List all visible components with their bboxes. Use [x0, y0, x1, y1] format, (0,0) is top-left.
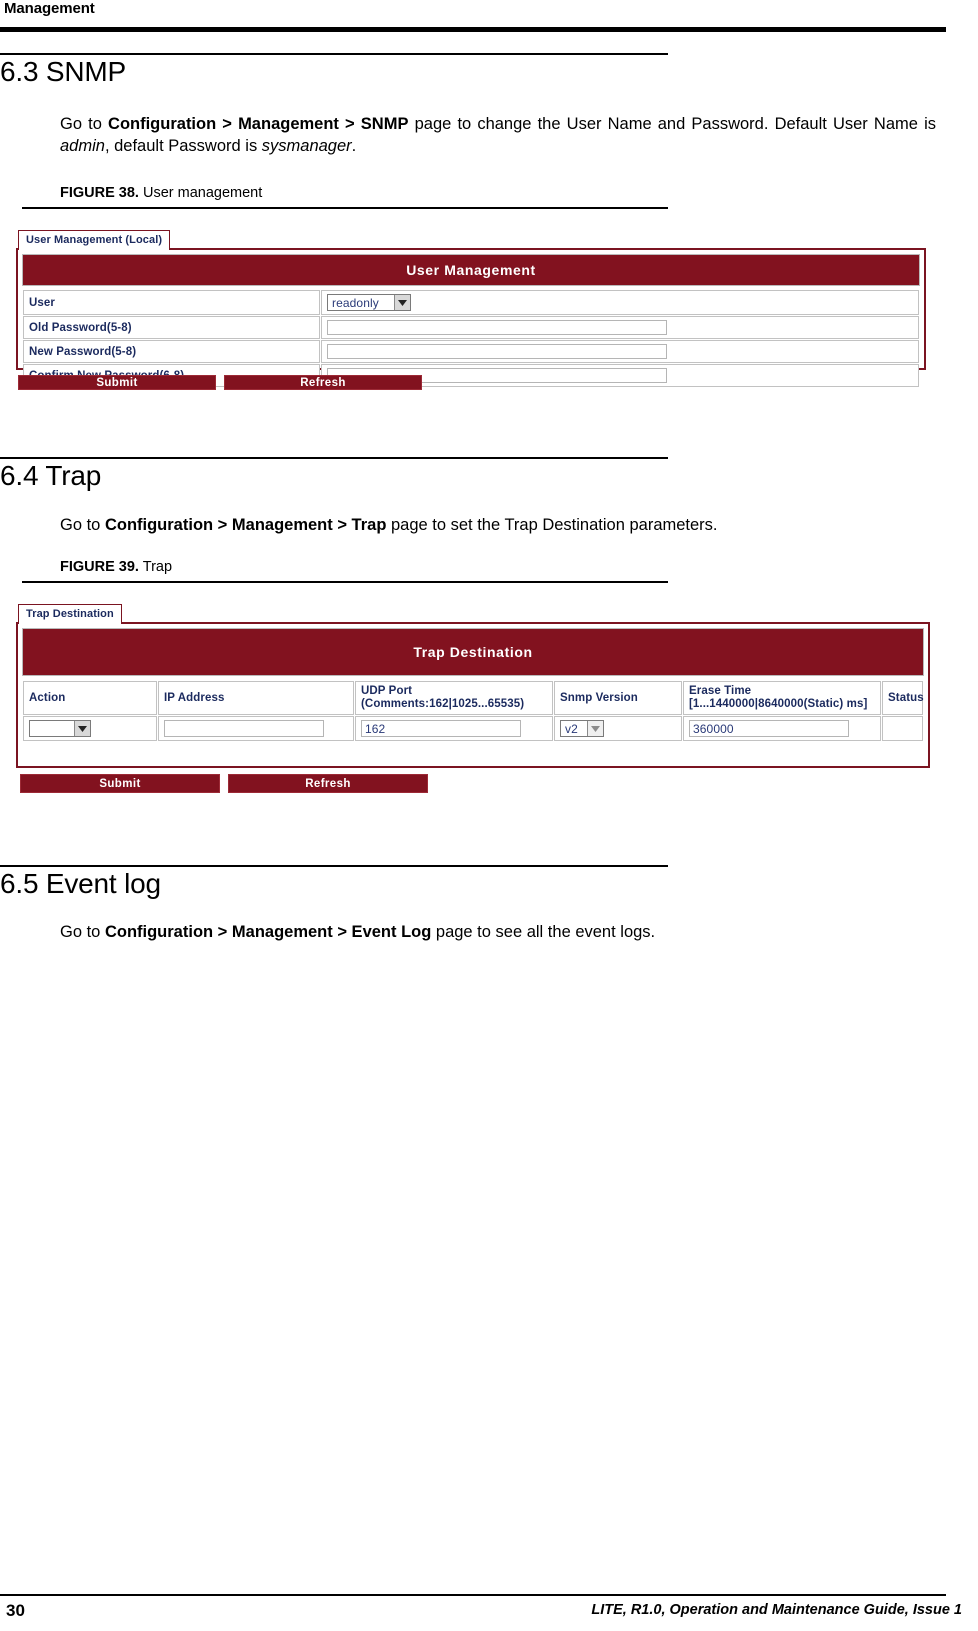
- figure-caption-39: FIGURE 39. Trap: [60, 559, 172, 575]
- footer-rule: [0, 1594, 946, 1596]
- header-line2: (Comments:162|1025...65535): [361, 698, 525, 710]
- column-header-action: Action: [23, 681, 157, 715]
- para-lead: Go to: [60, 516, 105, 534]
- chevron-down-icon: [74, 721, 90, 736]
- para-lead: Go to: [60, 923, 105, 941]
- user-management-refresh-button[interactable]: Refresh: [224, 375, 422, 390]
- section-rule: [0, 53, 668, 55]
- figure-title: User management: [143, 185, 263, 201]
- user-management-submit-button[interactable]: Submit: [18, 375, 216, 390]
- header-rule: [0, 27, 946, 32]
- paragraph-event-log: Go to Configuration > Management > Event…: [60, 921, 936, 943]
- snmp-version-select[interactable]: v2: [560, 720, 604, 737]
- row-control-new-password: [321, 340, 919, 363]
- trap-destination-table: Action IP Address UDP Port (Comments:162…: [22, 680, 924, 742]
- figure-label: FIGURE 38.: [60, 185, 139, 201]
- table-row: Old Password(5-8): [23, 316, 919, 339]
- new-password-input[interactable]: [327, 344, 667, 359]
- ip-address-input[interactable]: [164, 720, 324, 737]
- user-select[interactable]: readonly: [327, 294, 411, 311]
- header-line2: [1...1440000|8640000(Static) ms]: [689, 698, 868, 710]
- cell-udp-port: 162: [355, 716, 553, 741]
- section-title-snmp: 6.3 SNMP: [0, 56, 126, 87]
- user-management-panel: User Management User readonly Old Passwo…: [16, 248, 926, 387]
- column-header-ip-address: IP Address: [158, 681, 354, 715]
- erase-time-input[interactable]: 360000: [689, 720, 849, 737]
- chevron-down-icon: [587, 721, 603, 736]
- para-path: Configuration > Management > Trap: [104, 516, 387, 534]
- old-password-input[interactable]: [327, 320, 667, 335]
- trap-destination-panel: Trap Destination Action IP Address UDP P…: [16, 622, 930, 768]
- figure-caption-rule: [22, 581, 668, 583]
- header-line1: Snmp Version: [560, 691, 638, 704]
- footer-document-title: LITE, R1.0, Operation and Maintenance Gu…: [591, 1602, 962, 1618]
- para-path: Configuration > Management > SNMP: [108, 115, 409, 133]
- column-header-snmp-version: Snmp Version: [554, 681, 682, 715]
- header-line1: Action: [29, 691, 66, 704]
- figure-caption-38: FIGURE 38. User management: [60, 185, 262, 201]
- column-header-erase-time: Erase Time [1...1440000|8640000(Static) …: [683, 681, 881, 715]
- para-em-sysmanager: sysmanager: [261, 137, 352, 155]
- row-label-new-password: New Password(5-8): [23, 340, 320, 363]
- para-tail: .: [351, 137, 357, 155]
- cell-action: [23, 716, 157, 741]
- user-management-banner: User Management: [22, 254, 920, 286]
- action-select[interactable]: [29, 720, 91, 737]
- row-label-old-password: Old Password(5-8): [23, 316, 320, 339]
- para-lead: Go to: [60, 115, 109, 133]
- column-header-status: Status: [882, 681, 924, 715]
- para-tail: page to set the Trap Destination paramet…: [386, 516, 718, 534]
- table-row: 162 v2 360000: [23, 716, 923, 741]
- user-select-value: readonly: [332, 295, 379, 310]
- tab-user-management-local[interactable]: User Management (Local): [18, 230, 171, 250]
- row-label-user: User: [23, 290, 320, 315]
- user-management-table: User readonly Old Password(5-8) New Pass…: [22, 289, 920, 388]
- cell-status: [882, 716, 923, 741]
- paragraph-trap: Go to Configuration > Management > Trap …: [60, 514, 936, 536]
- udp-port-input[interactable]: 162: [361, 720, 521, 737]
- para-path: Configuration > Management > Event Log: [104, 923, 432, 941]
- cell-erase-time: 360000: [683, 716, 881, 741]
- figure-title: Trap: [142, 559, 173, 575]
- para-mid2: , default Password is: [104, 137, 262, 155]
- tab-trap-destination[interactable]: Trap Destination: [18, 604, 122, 624]
- row-control-old-password: [321, 316, 919, 339]
- table-row: New Password(5-8): [23, 340, 919, 363]
- snmp-version-select-value: v2: [565, 721, 578, 736]
- table-header-row: Action IP Address UDP Port (Comments:162…: [23, 681, 924, 715]
- section-rule: [0, 865, 668, 867]
- section-title-trap: 6.4 Trap: [0, 460, 102, 491]
- para-tail: page to see all the event logs.: [431, 923, 656, 941]
- figure-caption-rule: [22, 207, 668, 209]
- header-line1: UDP Port: [361, 685, 413, 697]
- trap-destination-screenshot: Trap Destination Trap Destination Action…: [12, 604, 934, 802]
- column-header-udp-port: UDP Port (Comments:162|1025...65535): [355, 681, 553, 715]
- page-header: Management: [0, 0, 978, 36]
- user-management-screenshot: User Management (Local) User Management …: [12, 230, 930, 392]
- figure-label: FIGURE 39.: [60, 559, 139, 575]
- trap-destination-banner: Trap Destination: [22, 628, 924, 676]
- row-control-user: readonly: [321, 290, 919, 315]
- section-rule: [0, 457, 668, 459]
- paragraph-snmp: Go to Configuration > Management > SNMP …: [60, 113, 936, 157]
- header-line1: IP Address: [164, 691, 225, 704]
- running-head: Management: [4, 0, 95, 17]
- section-title-event-log: 6.5 Event log: [0, 868, 161, 899]
- footer-page-number: 30: [6, 1601, 25, 1620]
- chevron-down-icon: [394, 295, 410, 310]
- cell-ip-address: [158, 716, 354, 741]
- trap-refresh-button[interactable]: Refresh: [228, 774, 428, 793]
- trap-submit-button[interactable]: Submit: [20, 774, 220, 793]
- header-line1: Erase Time: [689, 685, 752, 697]
- table-row: User readonly: [23, 290, 919, 315]
- para-em-admin: admin: [60, 137, 105, 155]
- header-line1: Status: [888, 691, 924, 704]
- cell-snmp-version: v2: [554, 716, 682, 741]
- para-mid: page to change the User Name and Passwor…: [408, 115, 936, 133]
